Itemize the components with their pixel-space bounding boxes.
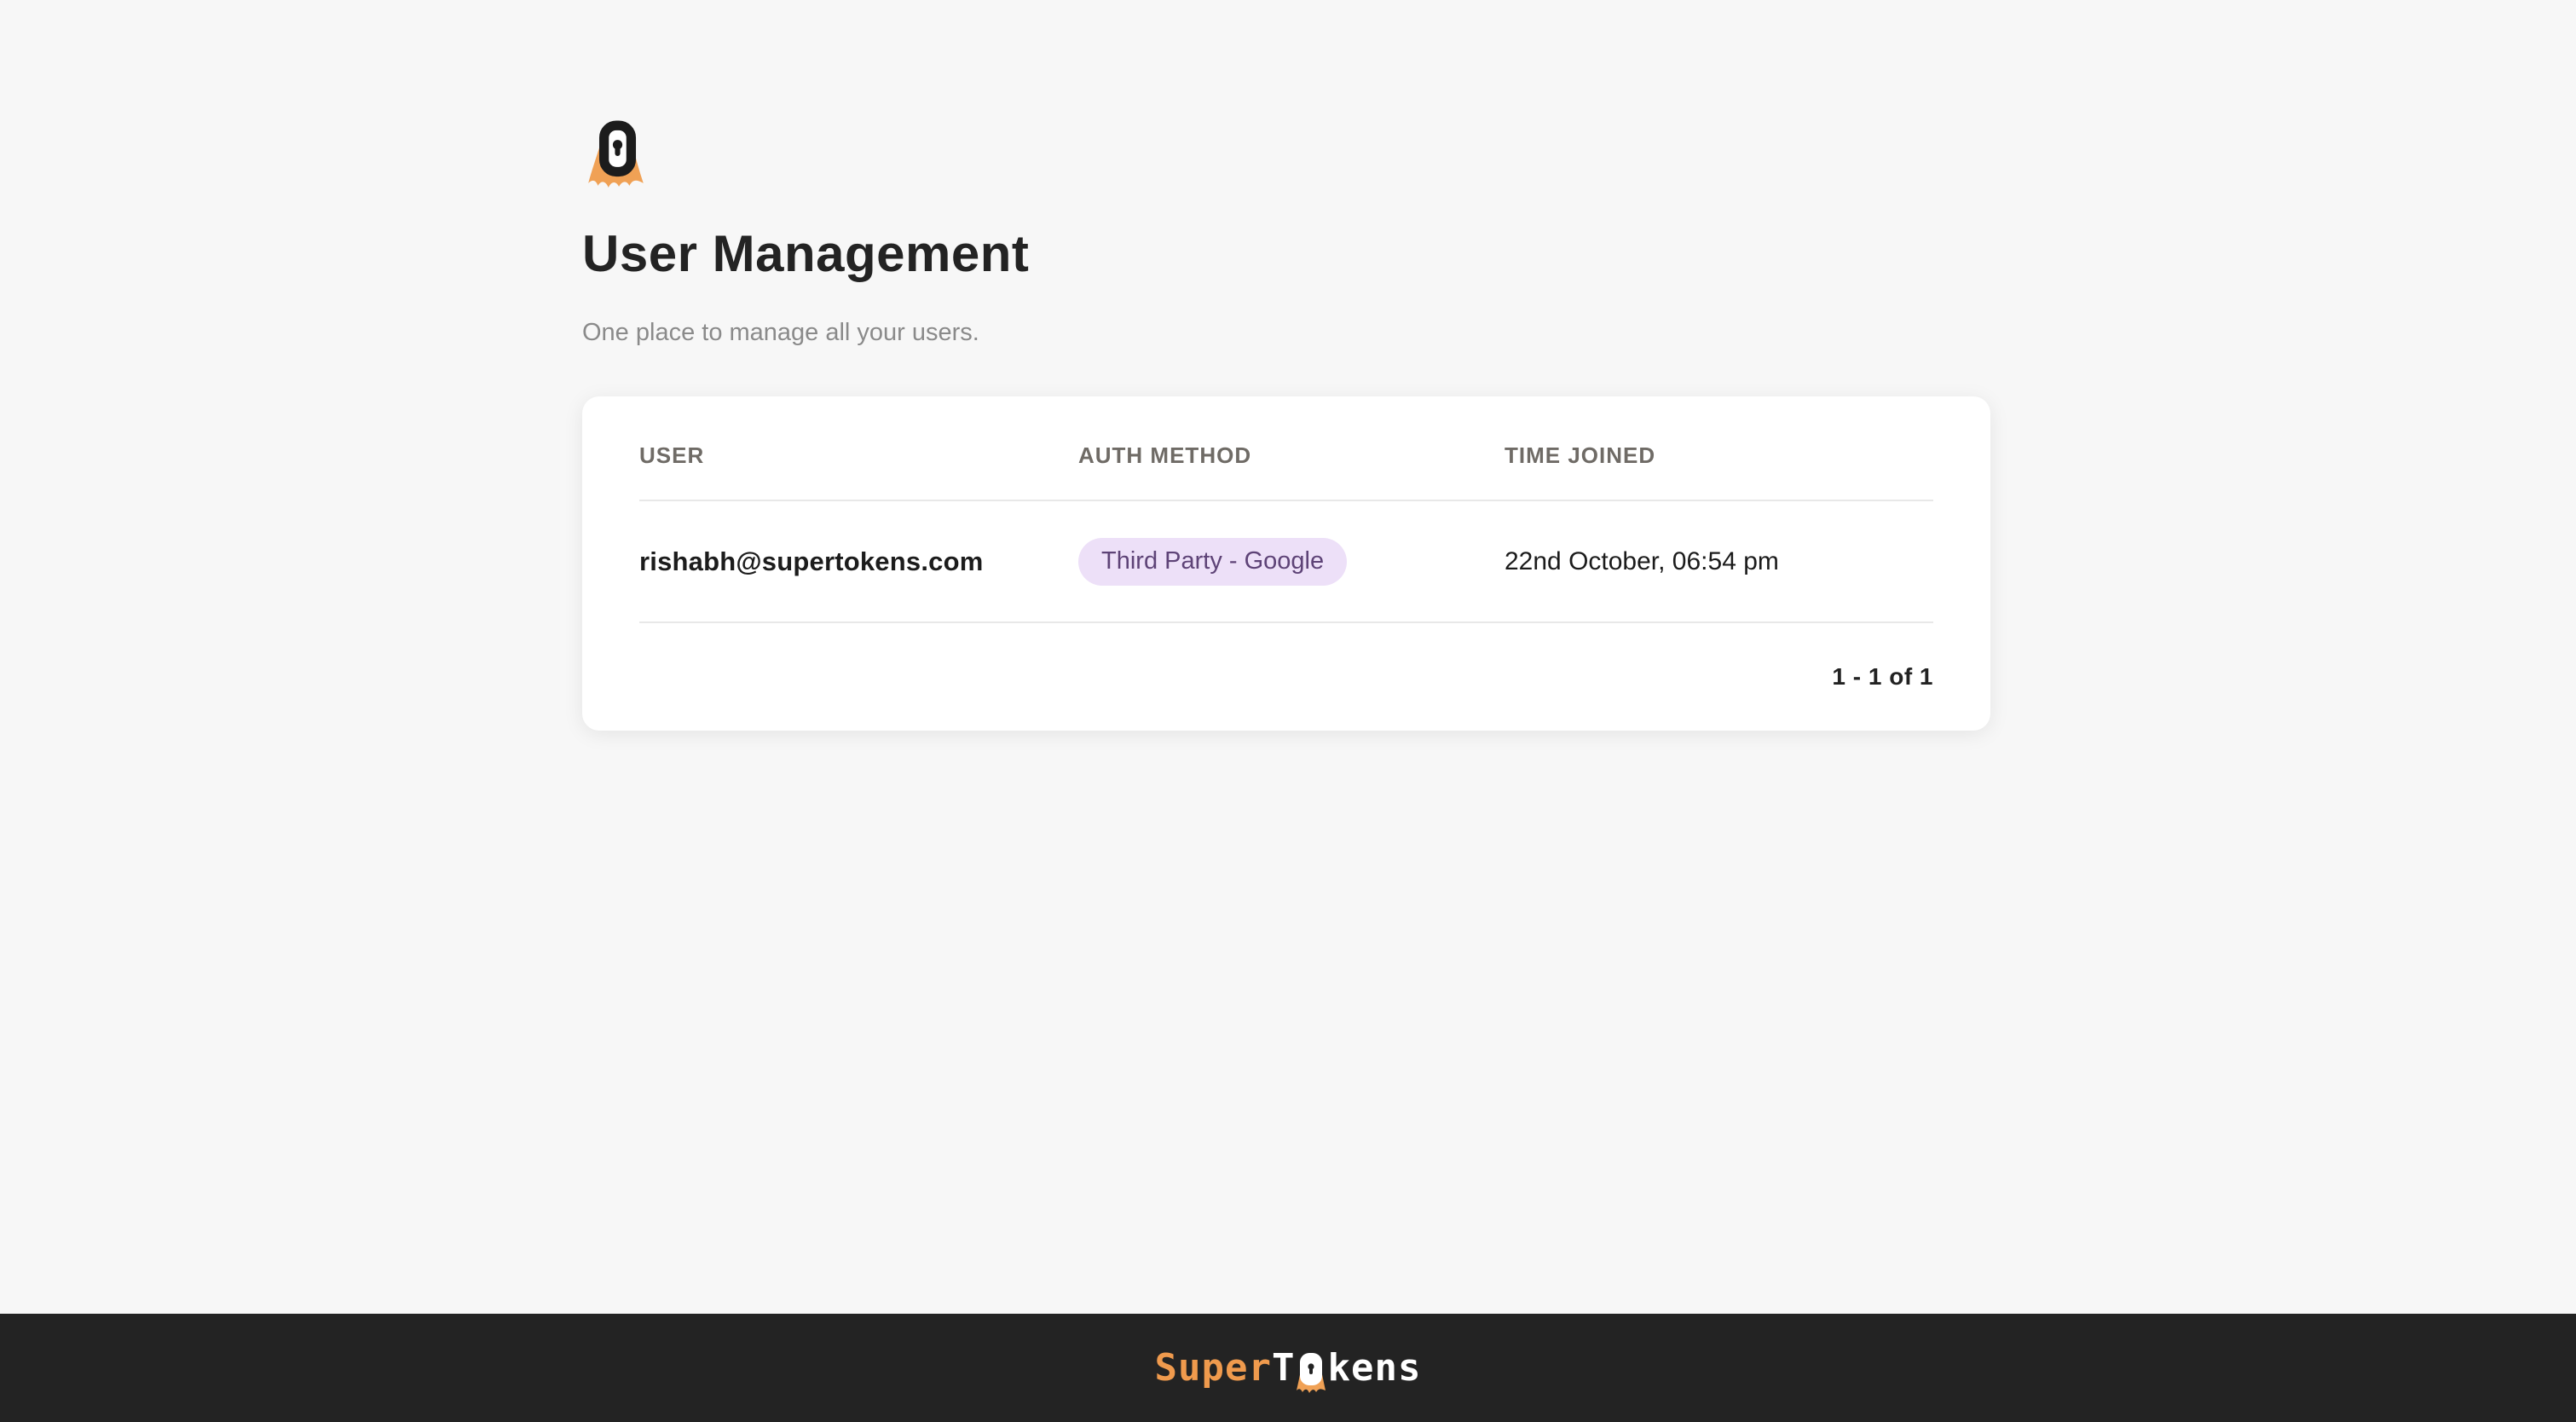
- auth-method-badge: Third Party - Google: [1078, 537, 1348, 586]
- time-joined-value: 22nd October, 06:54 pm: [1505, 546, 1779, 575]
- brand-text-t: T: [1271, 1345, 1296, 1390]
- column-header-time-joined: TIME JOINED: [1505, 442, 1656, 469]
- column-header-auth-method: AUTH METHOD: [1078, 442, 1252, 469]
- footer-mascot-o-icon: [1297, 1352, 1326, 1393]
- column-header-user: USER: [639, 442, 705, 469]
- pagination-count: 1 - 1 of 1: [1832, 663, 1933, 691]
- table-row[interactable]: rishabh@supertokens.com Third Party - Go…: [639, 501, 1933, 624]
- users-table-card: USER AUTH METHOD TIME JOINED rishabh@sup…: [582, 396, 1990, 731]
- page-subtitle: One place to manage all your users.: [582, 319, 979, 346]
- page-title: User Management: [582, 225, 1030, 282]
- table-header-row: USER AUTH METHOD TIME JOINED: [639, 396, 1933, 502]
- user-email[interactable]: rishabh@supertokens.com: [639, 546, 1078, 577]
- pagination-row: 1 - 1 of 1: [639, 623, 1933, 731]
- main-content: User Management One place to manage all …: [582, 119, 1990, 731]
- supertokens-lock-mascot-icon: [588, 120, 644, 188]
- brand-text-super: Super: [1154, 1345, 1272, 1390]
- footer: Super Tkens: [0, 1314, 2576, 1422]
- supertokens-footer-logo: Super Tkens: [1155, 1343, 1422, 1394]
- brand-text-kens: kens: [1327, 1345, 1422, 1390]
